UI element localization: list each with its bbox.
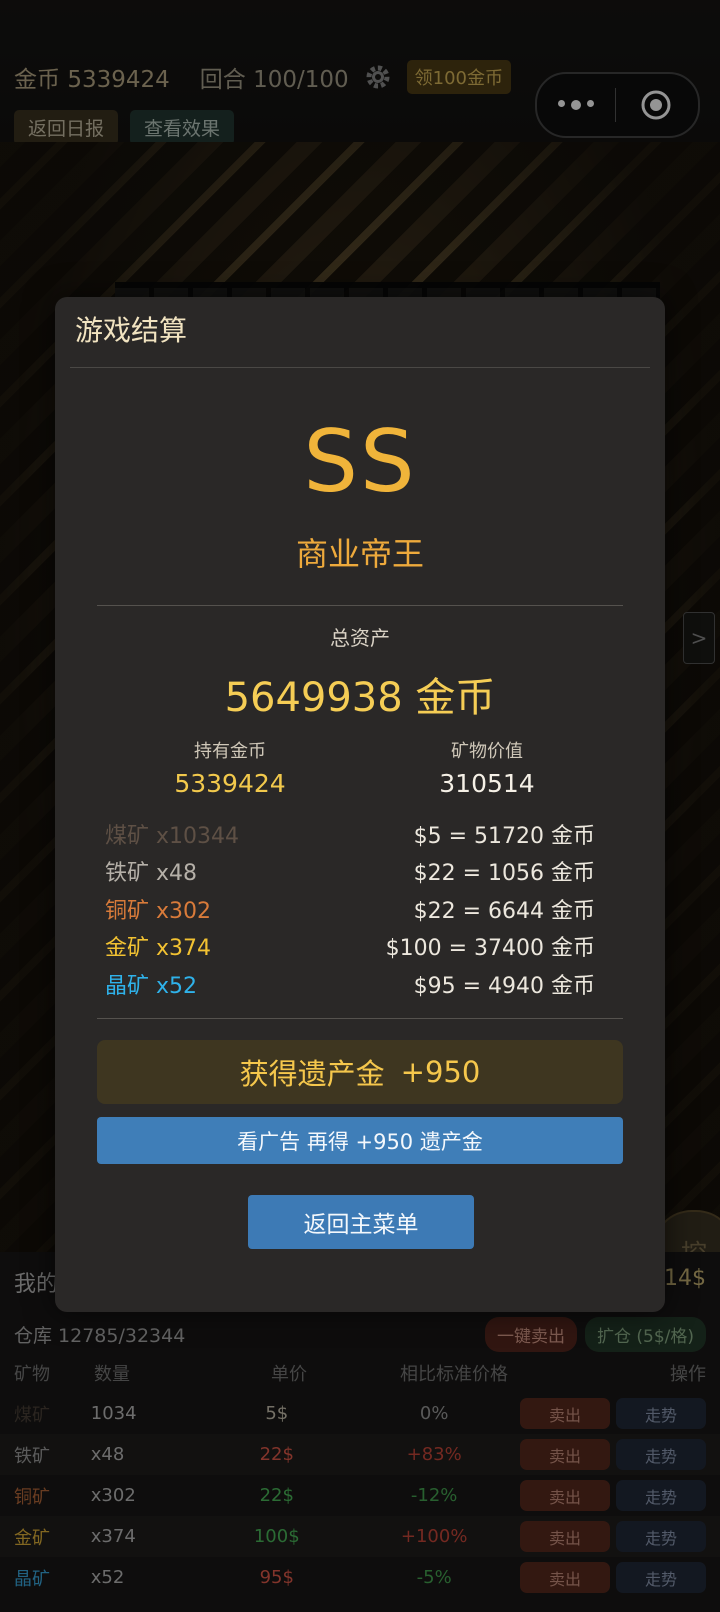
ore-breakdown-value: $95 = 4940 金币: [413, 973, 595, 999]
modal-title: 游戏结算: [75, 314, 188, 347]
ore-breakdown-value: $22 = 1056 金币: [413, 861, 595, 887]
ore-value-value: 310514: [439, 769, 535, 798]
ore-breakdown-item: 晶矿 x52 $95 = 4940 金币: [105, 965, 595, 1003]
ore-breakdown-name: 晶矿 x52: [105, 973, 198, 999]
ore-breakdown-value: $22 = 6644 金币: [413, 898, 595, 924]
ore-breakdown-item: 金矿 x374 $100 = 37400 金币: [105, 928, 595, 966]
ore-breakdown-value: $100 = 37400 金币: [385, 936, 595, 962]
divider: [97, 1018, 623, 1019]
game-result-modal: 游戏结算 SS 商业帝王 总资产 5649938 金币 持有金币 5339424…: [55, 297, 665, 1312]
main-menu-button[interactable]: 返回主菜单: [248, 1195, 474, 1249]
ore-value: 矿物价值 310514: [367, 737, 607, 798]
held-coins-value: 5339424: [174, 769, 286, 798]
divider: [70, 367, 650, 368]
watch-ad-button[interactable]: 看广告 再得 +950 遗产金: [97, 1117, 623, 1164]
ore-breakdown-value: $5 = 51720 金币: [413, 823, 595, 849]
claim-legacy-button[interactable]: 获得遗产金 +950: [97, 1040, 623, 1104]
held-coins-label: 持有金币: [194, 741, 266, 762]
grade-title: 商业帝王: [295, 535, 424, 573]
ore-breakdown-list: 煤矿 x10344 $5 = 51720 金币铁矿 x48 $22 = 1056 金…: [105, 815, 595, 1003]
held-coins: 持有金币 5339424: [110, 737, 350, 798]
ore-breakdown-name: 煤矿 x10344: [105, 823, 239, 849]
total-assets-label: 总资产: [330, 626, 390, 650]
ore-value-label: 矿物价值: [451, 741, 523, 762]
ore-breakdown-item: 铁矿 x48 $22 = 1056 金币: [105, 853, 595, 891]
legacy-label: 获得遗产金: [239, 1057, 385, 1091]
ore-breakdown-name: 铁矿 x48: [105, 861, 198, 887]
total-assets-value: 5649938 金币: [224, 675, 496, 721]
legacy-value: +950: [400, 1055, 481, 1089]
ore-breakdown-item: 铜矿 x302 $22 = 6644 金币: [105, 890, 595, 928]
ore-breakdown-item: 煤矿 x10344 $5 = 51720 金币: [105, 815, 595, 853]
ore-breakdown-name: 金矿 x374: [105, 936, 212, 962]
ore-breakdown-name: 铜矿 x302: [105, 898, 212, 924]
divider: [97, 605, 623, 606]
grade-rank: SS: [303, 412, 417, 512]
